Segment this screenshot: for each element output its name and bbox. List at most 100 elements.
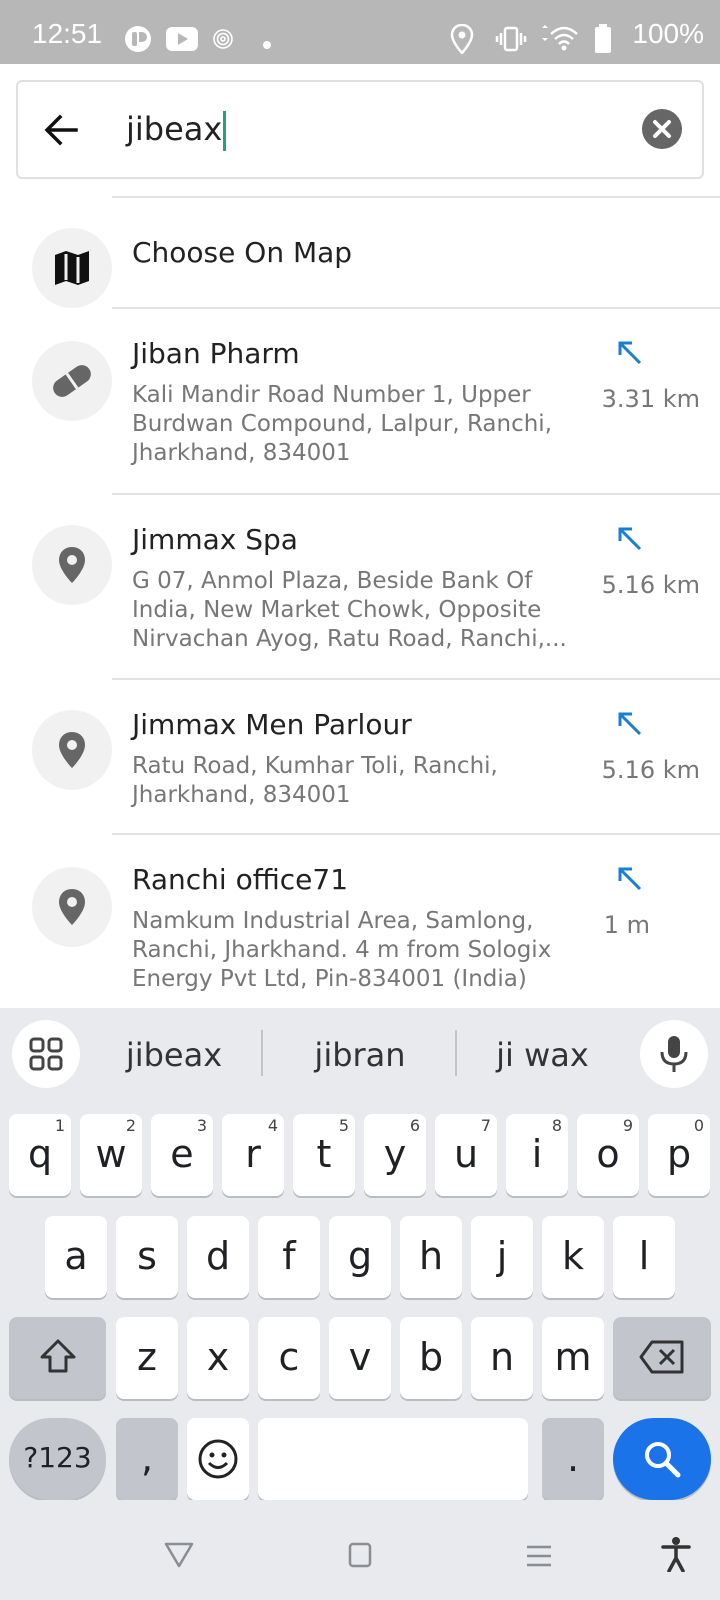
- vibrate-icon: [495, 26, 527, 56]
- key-m[interactable]: m: [542, 1317, 604, 1399]
- key-hint: 0: [693, 1116, 704, 1135]
- list-item[interactable]: Jimmax Spa G 07, Anmol Plaza, Beside Ban…: [0, 495, 720, 679]
- home-nav-icon[interactable]: [348, 1542, 372, 1572]
- list-item-distance: 5.16 km: [601, 756, 700, 784]
- suggestion-3[interactable]: ji wax: [470, 1036, 615, 1074]
- suggestion-1[interactable]: jibeax: [104, 1036, 244, 1074]
- key-n[interactable]: n: [471, 1317, 533, 1399]
- list-item-distance: 5.16 km: [601, 571, 700, 599]
- key-b[interactable]: b: [400, 1317, 462, 1399]
- backspace-icon: [639, 1340, 684, 1374]
- period-key[interactable]: .: [542, 1418, 604, 1500]
- microphone-icon[interactable]: [640, 1020, 708, 1088]
- key-v[interactable]: v: [329, 1317, 391, 1399]
- app-icon: [124, 25, 152, 57]
- key-x[interactable]: x: [187, 1317, 249, 1399]
- key-p[interactable]: p0: [648, 1114, 710, 1196]
- suggestion-strip: jibeax jibran ji wax: [0, 1008, 720, 1104]
- key-label: y: [383, 1132, 407, 1176]
- key-label: e: [170, 1132, 194, 1176]
- search-key[interactable]: [613, 1418, 711, 1500]
- key-hint: 4: [267, 1116, 278, 1135]
- pin-icon: [32, 525, 112, 605]
- list-item[interactable]: Ranchi office71 Namkum Industrial Area, …: [0, 835, 720, 1008]
- key-r[interactable]: r4: [222, 1114, 284, 1196]
- key-hint: 6: [409, 1116, 420, 1135]
- suggestion-separator: [261, 1030, 263, 1076]
- key-hint: 3: [196, 1116, 207, 1135]
- key-label: w: [95, 1132, 127, 1176]
- key-i[interactable]: i8: [506, 1114, 568, 1196]
- key-label: u: [453, 1132, 479, 1176]
- suggestion-separator: [455, 1030, 457, 1076]
- backspace-key[interactable]: [613, 1317, 711, 1399]
- key-u[interactable]: u7: [435, 1114, 497, 1196]
- list-item-title: Ranchi office71: [132, 863, 349, 896]
- navigation-bar: [0, 1500, 720, 1600]
- list-item-distance: 1 m: [603, 911, 650, 939]
- key-w[interactable]: w2: [80, 1114, 142, 1196]
- battery-percentage: 100%: [632, 18, 704, 49]
- list-item[interactable]: Jiban Pharm Kali Mandir Road Number 1, U…: [0, 309, 720, 493]
- back-nav-icon[interactable]: [164, 1542, 194, 1572]
- pin-icon: [32, 710, 112, 790]
- search-bar: jibeax: [16, 80, 704, 179]
- key-y[interactable]: y6: [364, 1114, 426, 1196]
- key-label: o: [596, 1132, 620, 1176]
- list-item-title: Choose On Map: [132, 236, 353, 269]
- list-item-address: Namkum Industrial Area, Samlong, Ranchi,…: [132, 908, 552, 992]
- list-item-title: Jiban Pharm: [132, 337, 300, 370]
- key-l[interactable]: l: [613, 1216, 675, 1298]
- direction-arrow-icon: [614, 708, 644, 738]
- key-e[interactable]: e3: [151, 1114, 213, 1196]
- youtube-icon: [166, 27, 198, 55]
- key-hint: 9: [622, 1116, 633, 1135]
- emoji-key[interactable]: [187, 1418, 249, 1500]
- direction-arrow-icon: [614, 523, 644, 553]
- key-q[interactable]: q1: [9, 1114, 71, 1196]
- pin-icon: [32, 867, 112, 947]
- accessibility-icon[interactable]: [660, 1536, 692, 1576]
- arrow-back-icon[interactable]: [40, 108, 84, 152]
- key-t[interactable]: t5: [293, 1114, 355, 1196]
- key-c[interactable]: c: [258, 1317, 320, 1399]
- key-a[interactable]: a: [45, 1216, 107, 1298]
- choose-on-map-item[interactable]: Choose On Map: [0, 200, 720, 308]
- clear-icon[interactable]: [642, 109, 682, 149]
- key-h[interactable]: h: [400, 1216, 462, 1298]
- suggestion-2[interactable]: jibran: [280, 1036, 440, 1074]
- search-input[interactable]: jibeax: [126, 104, 227, 154]
- key-label: r: [245, 1132, 261, 1176]
- key-hint: 1: [54, 1116, 65, 1135]
- key-g[interactable]: g: [329, 1216, 391, 1298]
- pill-icon: [32, 341, 112, 421]
- key-k[interactable]: k: [542, 1216, 604, 1298]
- status-time: 12:51: [32, 18, 103, 49]
- shift-key[interactable]: [9, 1317, 106, 1399]
- key-d[interactable]: d: [187, 1216, 249, 1298]
- apps-grid-icon[interactable]: [12, 1020, 80, 1088]
- dot-icon: [262, 35, 272, 54]
- key-hint: 7: [480, 1116, 491, 1135]
- list-item[interactable]: Jimmax Men Parlour Ratu Road, Kumhar Tol…: [0, 680, 720, 834]
- key-s[interactable]: s: [116, 1216, 178, 1298]
- key-label: i: [531, 1132, 543, 1176]
- search-query-text: jibeax: [126, 110, 223, 148]
- symbols-key[interactable]: ?123: [9, 1418, 106, 1500]
- comma-key[interactable]: ,: [116, 1418, 178, 1500]
- list-item-title: Jimmax Spa: [132, 523, 298, 556]
- key-j[interactable]: j: [471, 1216, 533, 1298]
- key-hint: 2: [125, 1116, 136, 1135]
- battery-icon: [594, 24, 612, 58]
- key-hint: 8: [551, 1116, 562, 1135]
- key-label: t: [316, 1132, 332, 1176]
- recents-nav-icon[interactable]: [526, 1544, 552, 1572]
- key-f[interactable]: f: [258, 1216, 320, 1298]
- space-key[interactable]: [258, 1418, 528, 1500]
- status-bar: 12:51 100%: [0, 0, 720, 64]
- key-o[interactable]: o9: [577, 1114, 639, 1196]
- key-z[interactable]: z: [116, 1317, 178, 1399]
- direction-arrow-icon: [614, 863, 644, 893]
- list-item-address: Kali Mandir Road Number 1, Upper Burdwan…: [132, 382, 553, 466]
- list-item-title: Jimmax Men Parlour: [132, 708, 412, 741]
